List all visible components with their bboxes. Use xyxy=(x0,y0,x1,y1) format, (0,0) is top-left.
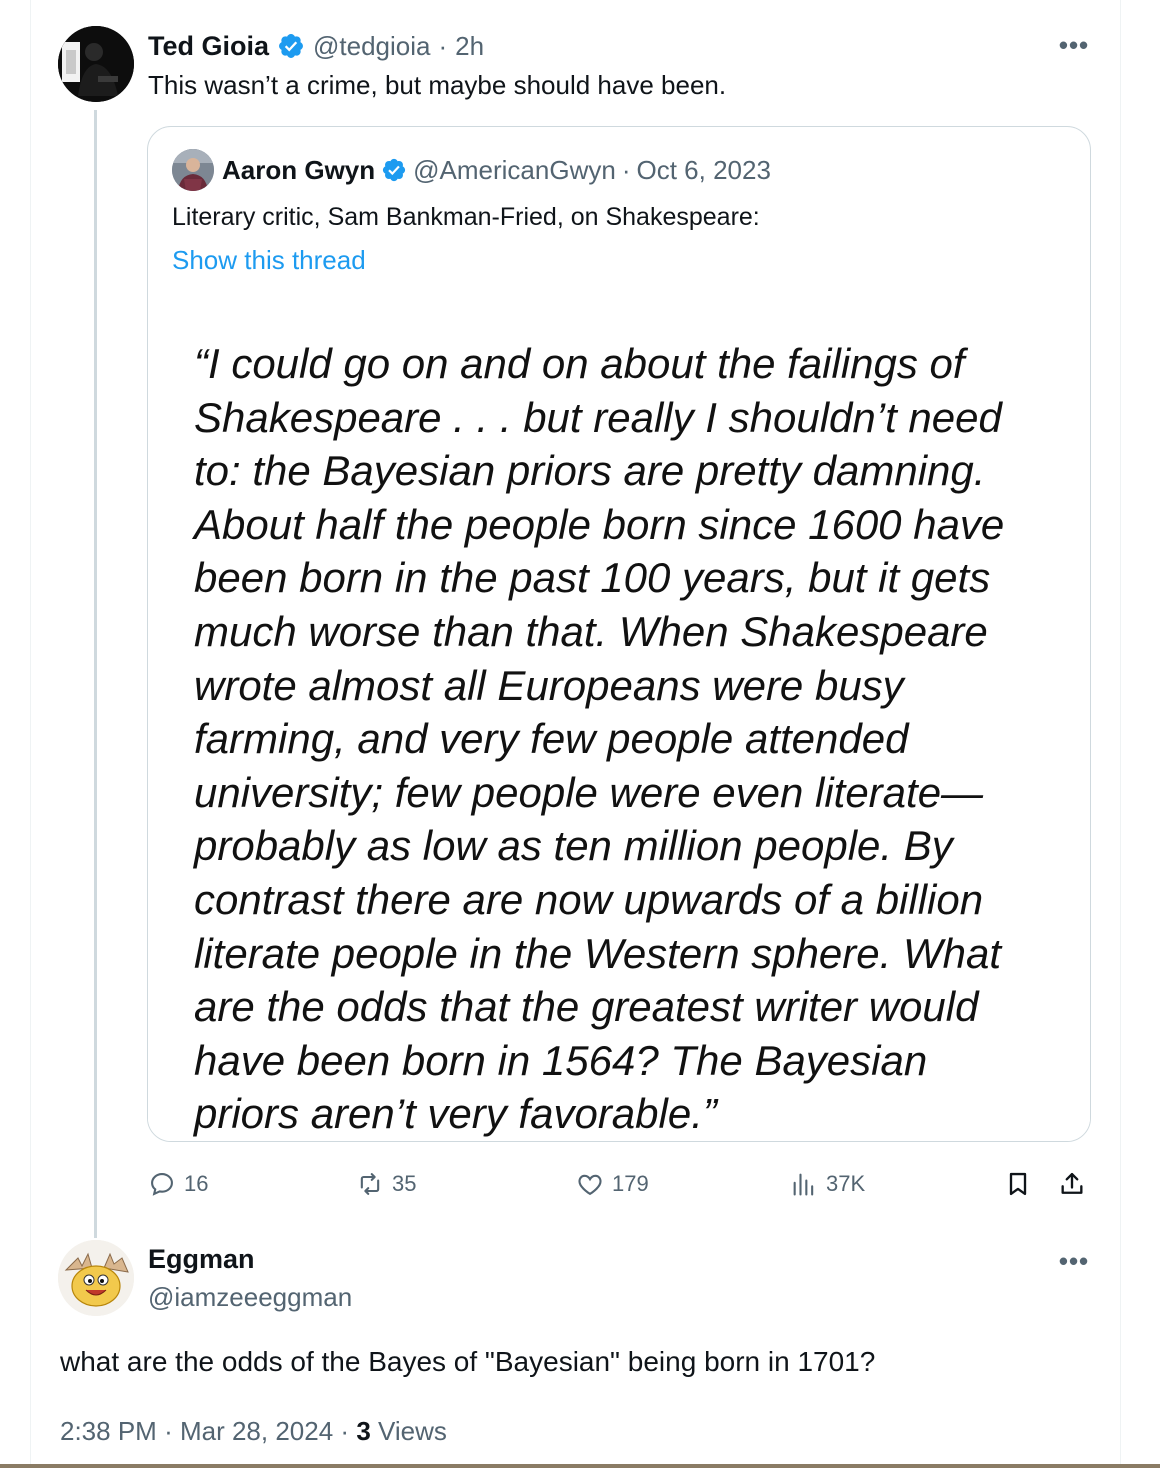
retweet-button[interactable]: 35 xyxy=(356,1162,416,1206)
quoted-author-handle[interactable]: @AmericanGwyn xyxy=(413,155,616,186)
quote-line: priors aren’t very favorable.” xyxy=(194,1090,717,1138)
reply-views-count: 3 xyxy=(356,1416,371,1446)
reply-author-name[interactable]: Eggman xyxy=(148,1244,255,1275)
author-handle[interactable]: @tedgioia xyxy=(313,31,430,62)
quote-line: probably as low as ten million people. B… xyxy=(194,822,953,870)
reply-date[interactable]: Mar 28, 2024 xyxy=(180,1416,333,1446)
avatar-photo-icon xyxy=(172,149,214,191)
heart-icon xyxy=(578,1174,602,1196)
reply-button[interactable]: 16 xyxy=(148,1162,208,1206)
like-count: 179 xyxy=(612,1171,649,1196)
reply-time[interactable]: 2:38 PM xyxy=(60,1416,157,1446)
image-quote-text: “I could go on and on about the failings… xyxy=(194,337,1004,1141)
quoted-tweet-date[interactable]: Oct 6, 2023 xyxy=(636,155,770,186)
quote-line: farming, and very few people attended xyxy=(194,715,909,763)
quote-line: are the odds that the greatest writer wo… xyxy=(194,983,979,1031)
show-this-thread-link[interactable]: Show this thread xyxy=(172,245,366,276)
share-button[interactable] xyxy=(1058,1162,1086,1206)
more-options-icon[interactable]: ••• xyxy=(1054,1246,1094,1276)
header-separator: · xyxy=(438,30,448,61)
verified-badge-icon xyxy=(383,158,406,182)
quote-line: much worse than that. When Shakespeare xyxy=(194,607,988,655)
quoted-header-separator: · xyxy=(621,154,631,185)
quote-line: to: the Bayesian priors are pretty damni… xyxy=(194,447,986,495)
like-button[interactable]: 179 xyxy=(576,1162,649,1206)
verified-badge-icon xyxy=(279,34,303,58)
avatar-egg-character-icon xyxy=(58,1240,134,1316)
quote-line: About half the people born since 1600 ha… xyxy=(194,500,1005,548)
quoted-tweet-text: Literary critic, Sam Bankman-Fried, on S… xyxy=(172,203,760,231)
quote-line: been born in the past 100 years, but it … xyxy=(194,554,991,602)
avatar-ted-gioia[interactable] xyxy=(58,26,134,102)
meta-separator: · xyxy=(164,1416,173,1446)
quoted-tweet-header: Aaron Gwyn @AmericanGwyn · Oct 6, 2023 xyxy=(222,151,771,189)
thread-connector-line xyxy=(94,110,97,1238)
quote-line: have been born in 1564? The Bayesian xyxy=(194,1036,928,1084)
quoted-tweet-image[interactable]: “I could go on and on about the failings… xyxy=(148,307,1090,1141)
reply-timestamp-line: 2:38 PM · Mar 28, 2024 · 3 Views xyxy=(60,1416,447,1447)
share-icon xyxy=(1061,1172,1083,1194)
quote-line: Shakespeare . . . but really I shouldn’t… xyxy=(194,393,1002,441)
quote-line: “I could go on and on about the failings… xyxy=(194,340,965,387)
avatar-aaron-gwyn xyxy=(172,149,214,191)
quote-line: university; few people were even literat… xyxy=(194,768,984,816)
tweet-action-bar: 16 35 179 37K xyxy=(148,1162,1092,1206)
quoted-tweet-card[interactable]: Aaron Gwyn @AmericanGwyn · Oct 6, 2023 L… xyxy=(147,126,1091,1142)
views-count: 37K xyxy=(826,1171,866,1196)
reply-count: 16 xyxy=(184,1171,209,1196)
views-button[interactable]: 37K xyxy=(790,1162,865,1206)
avatar-photo-icon xyxy=(58,26,134,102)
avatar-eggman[interactable] xyxy=(58,1240,134,1316)
retweet-count: 35 xyxy=(392,1171,417,1196)
bookmark-button[interactable] xyxy=(1004,1162,1032,1206)
reply-views-label[interactable]: Views xyxy=(378,1416,447,1446)
tweet-header: Ted Gioia @tedgioia · 2h xyxy=(148,28,484,64)
more-options-icon[interactable]: ••• xyxy=(1054,30,1094,60)
bottom-edge-bar xyxy=(0,1464,1160,1468)
bookmark-icon xyxy=(1009,1172,1027,1196)
meta-separator-2: · xyxy=(340,1416,350,1446)
retweet-icon xyxy=(360,1173,380,1195)
quote-line: wrote almost all Europeans were busy xyxy=(194,661,904,709)
quote-line: contrast there are now upwards of a bill… xyxy=(194,875,984,923)
timeline-right-border xyxy=(1120,0,1121,1468)
views-chart-icon xyxy=(793,1173,814,1196)
reply-author-handle[interactable]: @iamzeeeggman xyxy=(148,1282,352,1313)
tweet-time[interactable]: 2h xyxy=(455,31,484,62)
tweet-text: This wasn’t a crime, but maybe should ha… xyxy=(148,70,727,100)
author-name[interactable]: Ted Gioia xyxy=(148,31,269,62)
quote-line: literate people in the Western sphere. W… xyxy=(194,929,1002,977)
quoted-author-name[interactable]: Aaron Gwyn xyxy=(222,155,375,186)
reply-text: what are the odds of the Bayes of "Bayes… xyxy=(60,1346,876,1377)
timeline-left-border xyxy=(30,0,31,1468)
reply-icon xyxy=(151,1173,173,1196)
